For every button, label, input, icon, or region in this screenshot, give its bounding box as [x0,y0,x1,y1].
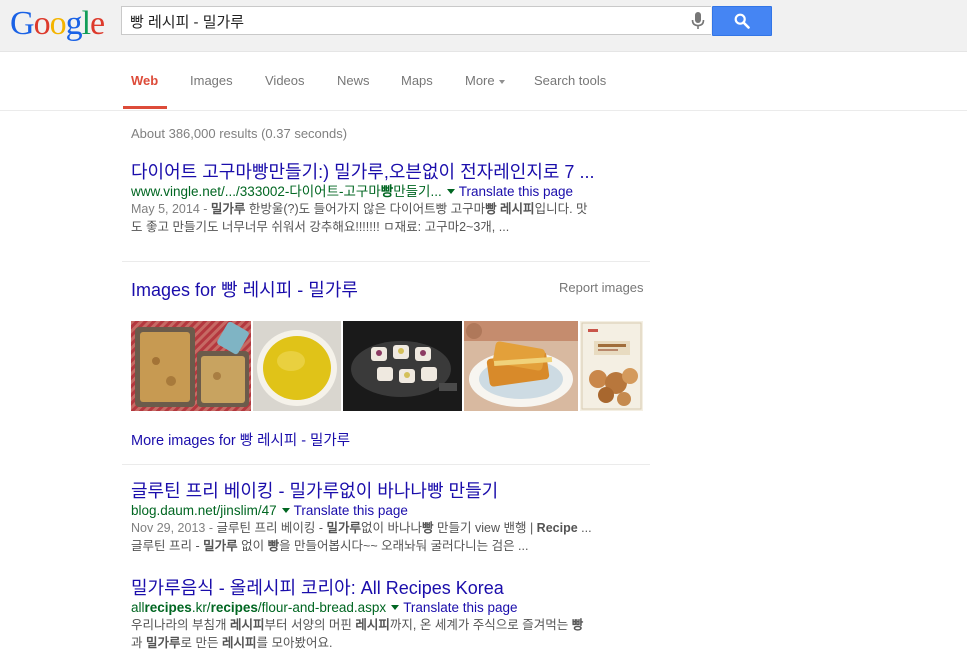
image-thumbnail[interactable] [343,321,462,411]
search-box[interactable] [121,6,711,35]
result-snippet: Nov 29, 2013 - 글루틴 프리 베이킹 - 밀가루없이 바나나빵 만… [131,521,592,553]
image-thumbnail[interactable] [131,321,251,411]
search-input[interactable] [130,12,670,30]
images-heading-link[interactable]: Images for 빵 레시피 - 밀가루 [131,276,358,302]
tab-maps[interactable]: Maps [401,73,433,88]
search-result: 밀가루음식 - 올레시피 코리아: All Recipes Korea allr… [131,577,646,652]
search-result: 글루틴 프리 베이킹 - 밀가루없이 바나나빵 만들기 blog.daum.ne… [131,480,646,555]
translate-link[interactable]: Translate this page [459,184,573,199]
caret-down-icon[interactable] [391,605,400,611]
result-url: blog.daum.net/jinslim/47 Translate this p… [131,503,408,518]
header-bar: Google [0,0,967,52]
result-url: www.vingle.net/.../333002-다이어트-고구마빵만들기..… [131,184,574,199]
tab-images[interactable]: Images [190,73,233,88]
search-result: 다이어트 고구마빵만들기:) 밀가루,오븐없이 전자레인지로 7 ... www… [131,161,646,236]
google-logo[interactable]: Google [10,5,105,43]
result-stats: About 386,000 results (0.37 seconds) [131,126,348,141]
tab-news[interactable]: News [337,73,370,88]
tab-videos[interactable]: Videos [265,73,305,88]
caret-down-icon[interactable] [281,508,290,514]
divider [122,464,650,465]
result-title-link[interactable]: 밀가루음식 - 올레시피 코리아: All Recipes Korea [131,577,646,599]
translate-link[interactable]: Translate this page [403,600,517,615]
microphone-icon[interactable] [688,11,708,31]
caret-down-icon[interactable] [446,189,455,195]
result-snippet: 우리나라의 부침개 레시피부터 서양의 머핀 레시피까지, 온 세계가 주식으로… [131,618,584,650]
image-thumbnail[interactable] [580,321,643,411]
report-images-link[interactable]: Report images [559,280,644,295]
tab-more[interactable]: More [465,73,505,88]
search-button[interactable] [712,6,772,36]
image-thumbnail[interactable] [464,321,578,411]
more-images-link[interactable]: More images for 빵 레시피 - 밀가루 [131,429,350,450]
active-tab-indicator [123,106,167,109]
tab-web[interactable]: Web [131,73,158,88]
result-snippet: May 5, 2014 - 밀가루 한방울(?)도 들어가지 않은 다이어트빵 … [131,202,588,234]
search-tabs: Web Images Videos News Maps More Search … [0,52,967,111]
result-title-link[interactable]: 다이어트 고구마빵만들기:) 밀가루,오븐없이 전자레인지로 7 ... [131,161,646,183]
result-title-link[interactable]: 글루틴 프리 베이킹 - 밀가루없이 바나나빵 만들기 [131,480,646,502]
image-thumbnail[interactable] [253,321,341,411]
translate-link[interactable]: Translate this page [294,503,408,518]
divider [122,261,650,262]
search-icon [734,13,750,29]
result-url: allrecipes.kr/recipes/flour-and-bread.as… [131,600,518,615]
tab-search-tools[interactable]: Search tools [534,73,606,88]
chevron-down-icon [498,79,505,84]
